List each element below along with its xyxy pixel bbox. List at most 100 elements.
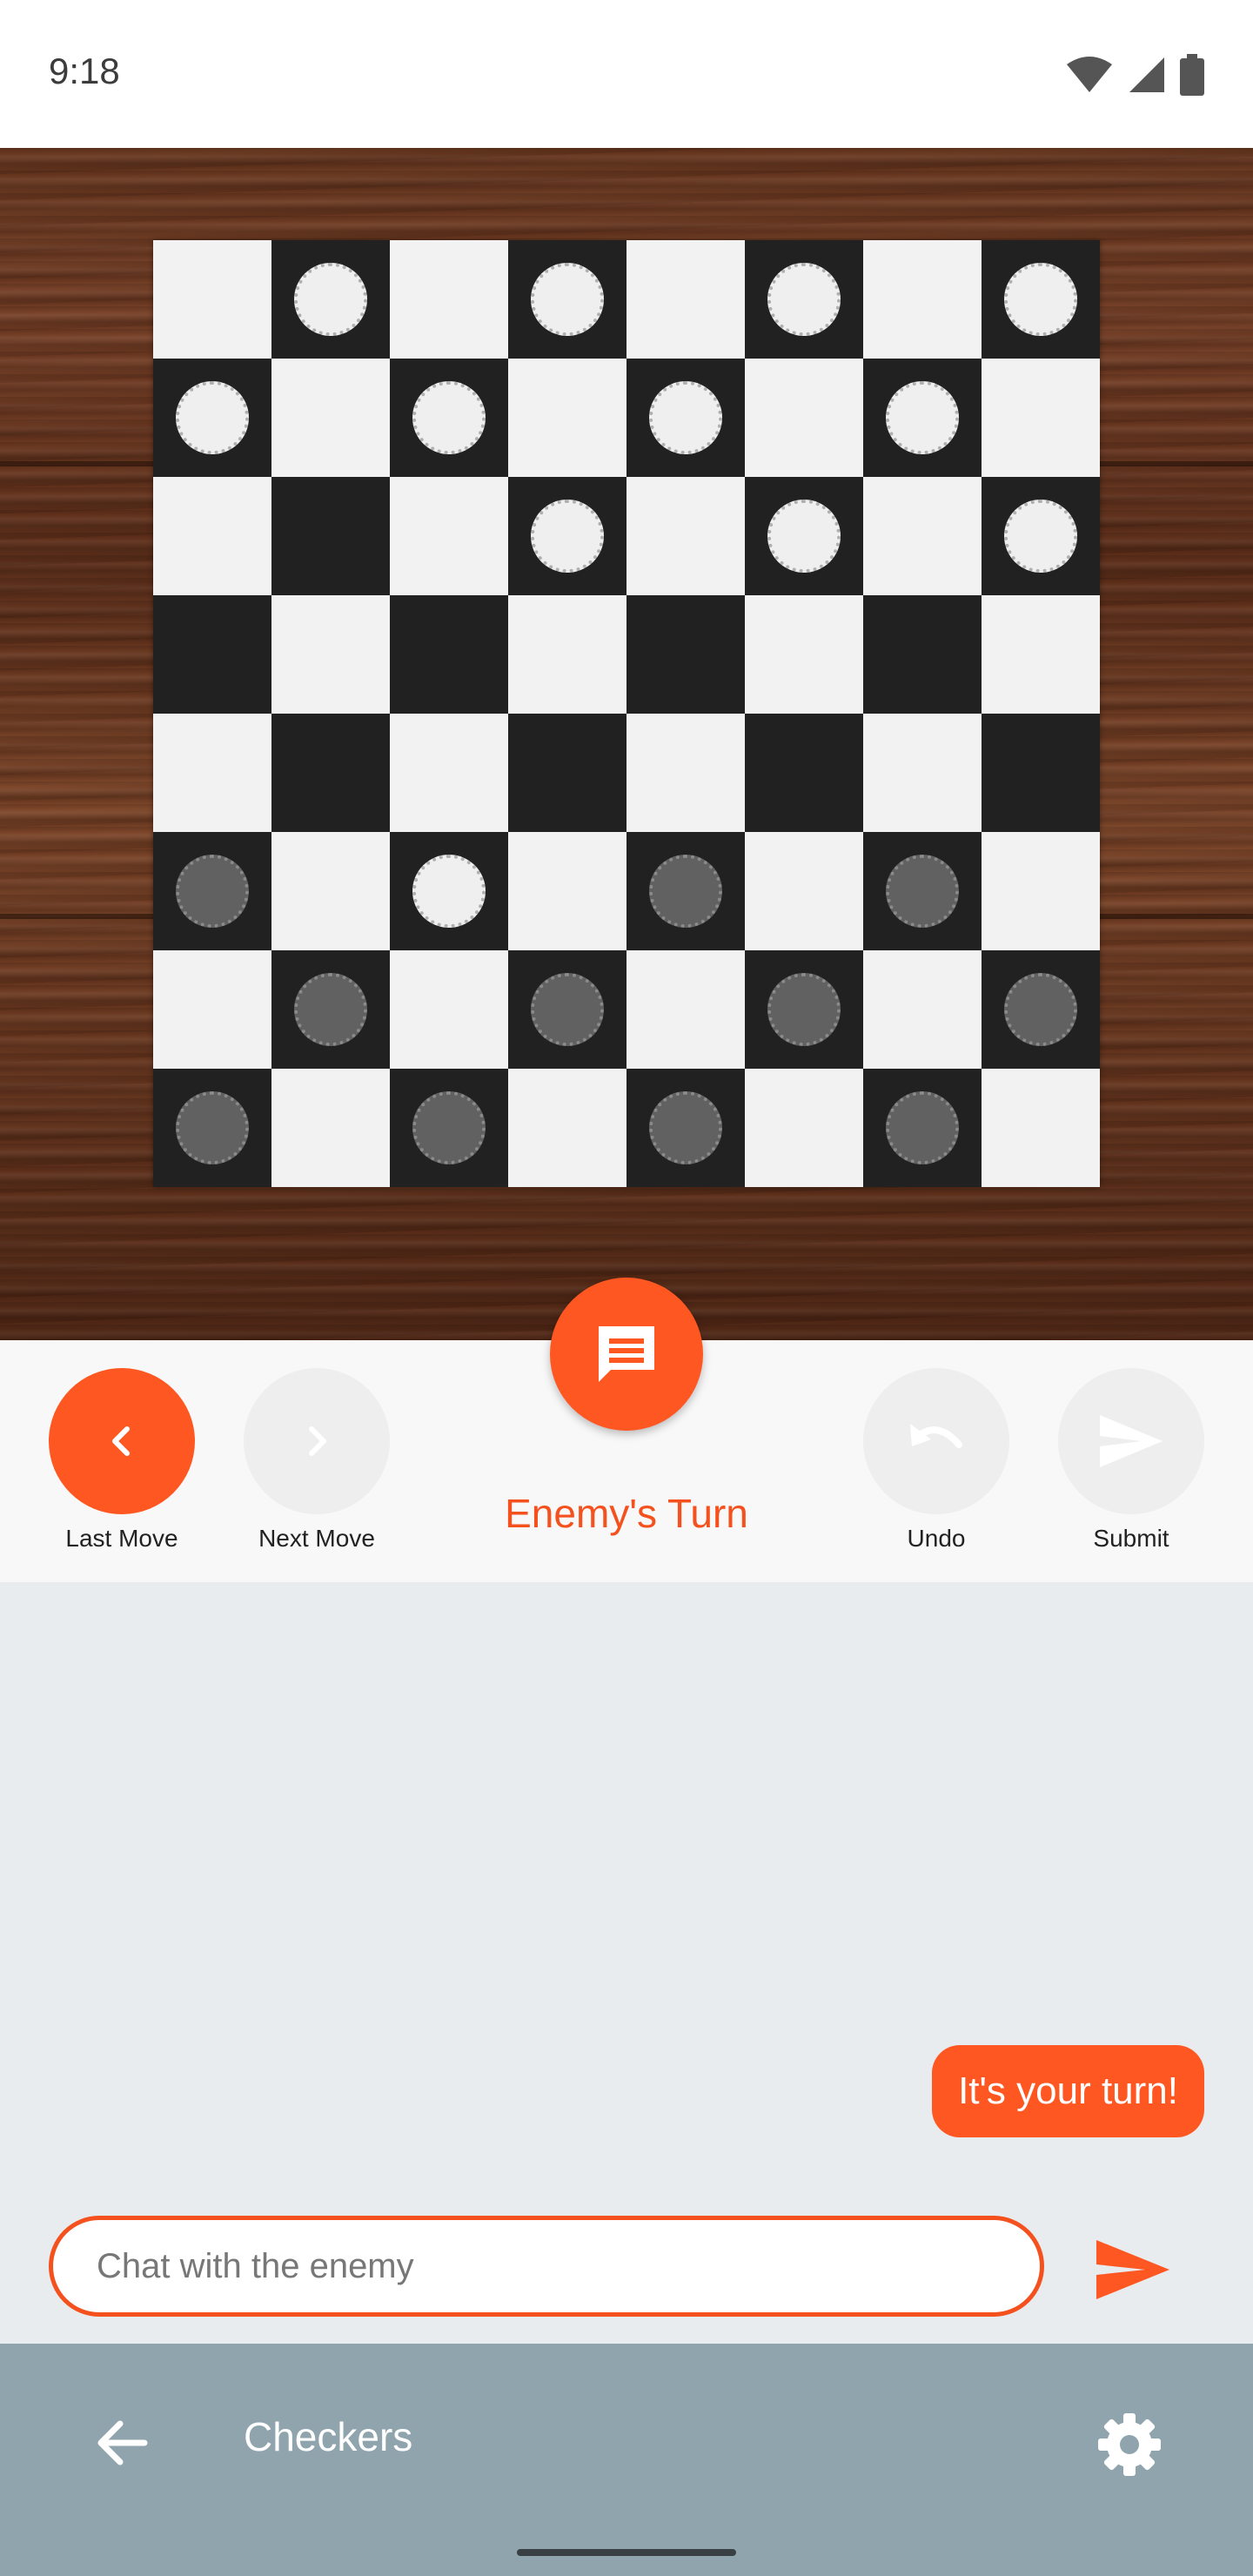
board-area [0,148,1253,1340]
board-square[interactable] [153,240,271,359]
black-checker-piece[interactable] [176,855,249,928]
board-square[interactable] [153,359,271,477]
black-checker-piece[interactable] [767,973,841,1046]
board-square[interactable] [863,595,982,714]
black-checker-piece[interactable] [294,973,367,1046]
white-checker-piece[interactable] [531,500,604,573]
next-move-button[interactable] [244,1368,390,1514]
home-indicator[interactable] [517,2549,736,2556]
undo-button[interactable] [863,1368,1009,1514]
board-square[interactable] [153,477,271,595]
white-checker-piece[interactable] [531,263,604,336]
board-square[interactable] [271,832,390,950]
board-square[interactable] [153,950,271,1069]
chat-fab-button[interactable] [550,1278,703,1431]
board-square[interactable] [745,832,863,950]
board-square[interactable] [271,240,390,359]
board-square[interactable] [626,359,745,477]
settings-button[interactable] [1095,2410,1164,2479]
white-checker-piece[interactable] [886,381,959,454]
white-checker-piece[interactable] [294,263,367,336]
board-square[interactable] [626,240,745,359]
checkers-board[interactable] [153,240,1100,1187]
white-checker-piece[interactable] [1004,263,1077,336]
white-checker-piece[interactable] [1004,500,1077,573]
board-square[interactable] [390,714,508,832]
board-square[interactable] [153,832,271,950]
board-square[interactable] [982,832,1100,950]
board-square[interactable] [863,714,982,832]
board-square[interactable] [626,595,745,714]
board-square[interactable] [390,359,508,477]
white-checker-piece[interactable] [649,381,722,454]
board-square[interactable] [745,477,863,595]
back-button[interactable] [90,2412,153,2474]
board-square[interactable] [863,240,982,359]
board-square[interactable] [626,1069,745,1187]
board-square[interactable] [508,950,626,1069]
white-checker-piece[interactable] [412,855,486,928]
board-square[interactable] [153,714,271,832]
white-checker-piece[interactable] [767,500,841,573]
chat-input[interactable] [49,2216,1044,2317]
board-square[interactable] [982,477,1100,595]
board-square[interactable] [390,950,508,1069]
white-checker-piece[interactable] [412,381,486,454]
board-square[interactable] [745,240,863,359]
black-checker-piece[interactable] [649,855,722,928]
white-checker-piece[interactable] [767,263,841,336]
send-icon [1100,1415,1163,1467]
board-square[interactable] [271,359,390,477]
black-checker-piece[interactable] [176,1091,249,1164]
board-square[interactable] [508,832,626,950]
board-square[interactable] [271,477,390,595]
board-square[interactable] [508,714,626,832]
board-square[interactable] [982,950,1100,1069]
board-square[interactable] [626,714,745,832]
board-square[interactable] [745,714,863,832]
board-square[interactable] [863,1069,982,1187]
board-square[interactable] [626,950,745,1069]
black-checker-piece[interactable] [886,1091,959,1164]
board-square[interactable] [863,950,982,1069]
board-square[interactable] [745,359,863,477]
board-square[interactable] [508,477,626,595]
board-square[interactable] [745,1069,863,1187]
board-square[interactable] [153,1069,271,1187]
submit-button[interactable] [1058,1368,1204,1514]
send-message-button[interactable] [1093,2237,1173,2303]
board-square[interactable] [390,832,508,950]
board-square[interactable] [271,714,390,832]
board-square[interactable] [153,595,271,714]
board-square[interactable] [271,950,390,1069]
board-square[interactable] [863,477,982,595]
black-checker-piece[interactable] [886,855,959,928]
black-checker-piece[interactable] [531,973,604,1046]
board-square[interactable] [863,359,982,477]
board-square[interactable] [982,240,1100,359]
black-checker-piece[interactable] [412,1091,486,1164]
board-square[interactable] [508,595,626,714]
board-square[interactable] [508,1069,626,1187]
board-square[interactable] [982,714,1100,832]
board-square[interactable] [508,359,626,477]
board-square[interactable] [390,240,508,359]
black-checker-piece[interactable] [1004,973,1077,1046]
board-square[interactable] [982,359,1100,477]
white-checker-piece[interactable] [176,381,249,454]
board-square[interactable] [508,240,626,359]
board-square[interactable] [863,832,982,950]
board-square[interactable] [271,595,390,714]
board-square[interactable] [982,595,1100,714]
board-square[interactable] [271,1069,390,1187]
last-move-button[interactable] [49,1368,195,1514]
board-square[interactable] [390,477,508,595]
board-square[interactable] [745,595,863,714]
black-checker-piece[interactable] [649,1091,722,1164]
board-square[interactable] [626,477,745,595]
board-square[interactable] [390,1069,508,1187]
board-square[interactable] [390,595,508,714]
board-square[interactable] [745,950,863,1069]
board-square[interactable] [982,1069,1100,1187]
board-square[interactable] [626,832,745,950]
